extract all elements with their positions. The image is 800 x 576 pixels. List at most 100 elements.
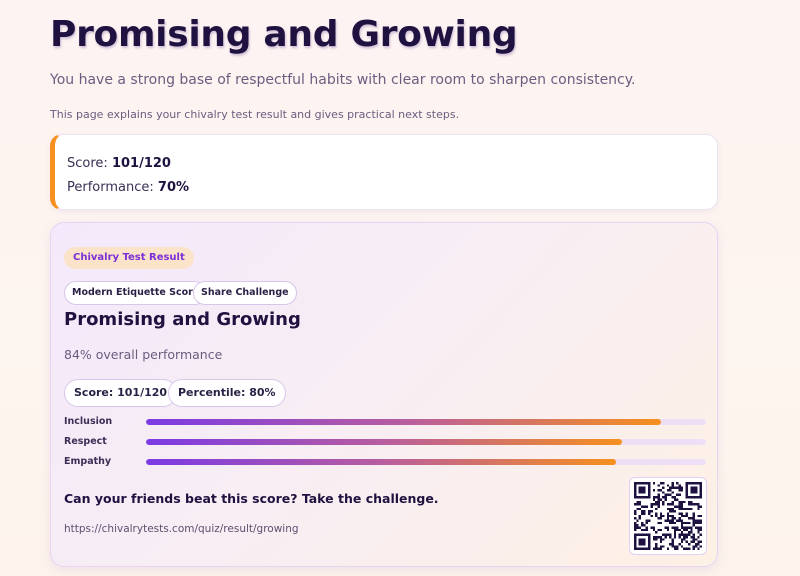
qr-module bbox=[641, 489, 644, 492]
qr-module bbox=[692, 496, 695, 499]
performance-label: Performance: bbox=[67, 180, 158, 195]
qr-module bbox=[666, 533, 670, 536]
qr-module bbox=[680, 514, 684, 518]
qr-module bbox=[694, 542, 698, 546]
qr-module bbox=[634, 510, 637, 513]
qr-module bbox=[678, 512, 681, 515]
qr-module bbox=[687, 547, 691, 550]
qr-module bbox=[692, 503, 695, 506]
qr-module bbox=[650, 510, 653, 513]
qr-module bbox=[641, 486, 644, 490]
qr-module bbox=[666, 517, 670, 520]
share-url[interactable]: https://chivalrytests.com/quiz/result/gr… bbox=[64, 523, 299, 535]
qr-module bbox=[671, 521, 674, 525]
qr-module bbox=[680, 489, 684, 492]
qr-module bbox=[643, 482, 646, 485]
qr-module bbox=[694, 545, 698, 548]
qr-module bbox=[641, 491, 644, 494]
qr-module bbox=[655, 531, 658, 534]
qr-module bbox=[671, 540, 674, 543]
qr-module bbox=[643, 512, 646, 515]
qr-module bbox=[687, 531, 691, 534]
qr-module bbox=[692, 514, 695, 518]
qr-module bbox=[697, 503, 700, 506]
qr-module bbox=[680, 526, 684, 529]
qr-module bbox=[666, 547, 670, 550]
qr-module bbox=[669, 533, 672, 536]
qr-module bbox=[673, 528, 677, 532]
qr-module bbox=[659, 538, 663, 541]
qr-module bbox=[641, 547, 644, 550]
qr-module bbox=[634, 491, 637, 494]
bar-label-respect: Respect bbox=[64, 436, 107, 447]
qr-module bbox=[634, 512, 637, 515]
qr-module bbox=[659, 535, 663, 539]
qr-module bbox=[641, 521, 644, 525]
qr-module bbox=[671, 545, 674, 548]
qr-module bbox=[671, 500, 674, 504]
qr-module bbox=[659, 489, 663, 492]
qr-module bbox=[652, 489, 656, 492]
qr-module bbox=[645, 547, 649, 550]
qr-module bbox=[662, 496, 665, 499]
qr-module bbox=[638, 491, 642, 494]
qr-module bbox=[648, 496, 651, 499]
qr-module bbox=[657, 535, 660, 539]
qr-module bbox=[699, 493, 702, 497]
qr-module bbox=[685, 547, 688, 550]
qr-module bbox=[680, 507, 684, 511]
qr-module bbox=[683, 514, 686, 518]
qr-module bbox=[692, 538, 695, 541]
qr-module bbox=[641, 542, 644, 546]
bar-row-respect: Respect bbox=[64, 435, 706, 449]
qr-module bbox=[659, 514, 663, 518]
qr-module bbox=[652, 482, 656, 485]
qr-module bbox=[697, 540, 700, 543]
qr-module bbox=[699, 521, 702, 525]
qr-module bbox=[690, 482, 693, 485]
qr-module bbox=[673, 517, 677, 520]
qr-module bbox=[690, 491, 693, 494]
qr-module bbox=[655, 538, 658, 541]
qr-module bbox=[641, 533, 644, 536]
qr-module bbox=[683, 507, 686, 511]
bar-row-empathy: Empathy bbox=[64, 455, 706, 469]
bar-row-inclusion: Inclusion bbox=[64, 415, 706, 429]
qr-module bbox=[699, 489, 702, 492]
qr-module bbox=[655, 542, 658, 546]
qr-module bbox=[648, 489, 651, 492]
qr-module bbox=[692, 482, 695, 485]
qr-module bbox=[678, 519, 681, 522]
qr-module bbox=[690, 486, 693, 490]
qr-module bbox=[659, 482, 663, 485]
qr-module bbox=[652, 547, 656, 550]
qr-module bbox=[692, 545, 695, 548]
qr-module bbox=[699, 526, 702, 529]
share-challenge-chip[interactable]: Share Challenge bbox=[193, 281, 297, 305]
qr-module bbox=[659, 517, 663, 520]
qr-module bbox=[669, 521, 672, 525]
qr-module bbox=[697, 526, 700, 529]
qr-module bbox=[671, 484, 674, 487]
score-stat-chip: Score: 101/120 bbox=[64, 379, 178, 407]
etiquette-score-chip[interactable]: Modern Etiquette Score bbox=[64, 281, 208, 305]
qr-module bbox=[685, 507, 688, 511]
qr-module bbox=[687, 482, 691, 485]
qr-module bbox=[657, 493, 660, 497]
qr-module bbox=[666, 493, 670, 497]
qr-module bbox=[669, 514, 672, 518]
qr-module bbox=[655, 547, 658, 550]
qr-module bbox=[687, 496, 691, 499]
qr-module bbox=[648, 512, 651, 515]
qr-module bbox=[673, 496, 677, 499]
qr-module bbox=[648, 510, 651, 513]
qr-module bbox=[687, 503, 691, 506]
qr-module bbox=[652, 526, 656, 529]
qr-module bbox=[664, 526, 667, 529]
qr-module bbox=[673, 521, 677, 525]
qr-module bbox=[648, 538, 651, 541]
qr-module bbox=[673, 486, 677, 490]
qr-module bbox=[657, 500, 660, 504]
qr-module bbox=[683, 500, 686, 504]
qr-module bbox=[662, 533, 665, 536]
